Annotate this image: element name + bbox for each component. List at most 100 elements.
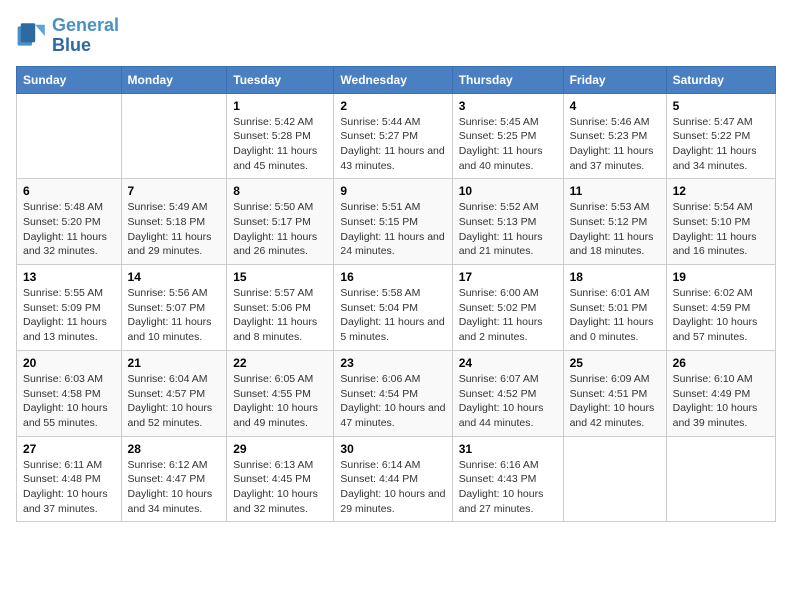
calendar-cell: 27 Sunrise: 6:11 AMSunset: 4:48 PMDayligh… <box>17 436 122 522</box>
day-info: Sunrise: 6:09 AMSunset: 4:51 PMDaylight:… <box>570 372 660 431</box>
calendar-cell: 28 Sunrise: 6:12 AMSunset: 4:47 PMDayligh… <box>121 436 227 522</box>
calendar-cell: 6 Sunrise: 5:48 AMSunset: 5:20 PMDaylight… <box>17 179 122 265</box>
calendar-cell: 8 Sunrise: 5:50 AMSunset: 5:17 PMDaylight… <box>227 179 334 265</box>
column-header-friday: Friday <box>563 66 666 93</box>
day-info: Sunrise: 5:50 AMSunset: 5:17 PMDaylight:… <box>233 200 327 259</box>
calendar-cell <box>17 93 122 179</box>
logo-text-line1: General <box>52 16 119 36</box>
day-info: Sunrise: 6:00 AMSunset: 5:02 PMDaylight:… <box>459 286 557 345</box>
calendar-cell: 29 Sunrise: 6:13 AMSunset: 4:45 PMDayligh… <box>227 436 334 522</box>
calendar-cell: 11 Sunrise: 5:53 AMSunset: 5:12 PMDayligh… <box>563 179 666 265</box>
day-info: Sunrise: 6:11 AMSunset: 4:48 PMDaylight:… <box>23 458 115 517</box>
week-row: 20 Sunrise: 6:03 AMSunset: 4:58 PMDayligh… <box>17 350 776 436</box>
day-info: Sunrise: 6:10 AMSunset: 4:49 PMDaylight:… <box>673 372 769 431</box>
day-number: 8 <box>233 184 327 198</box>
day-info: Sunrise: 5:51 AMSunset: 5:15 PMDaylight:… <box>340 200 445 259</box>
day-number: 6 <box>23 184 115 198</box>
logo-text-line2: Blue <box>52 36 119 56</box>
week-row: 27 Sunrise: 6:11 AMSunset: 4:48 PMDayligh… <box>17 436 776 522</box>
day-number: 18 <box>570 270 660 284</box>
day-number: 19 <box>673 270 769 284</box>
day-info: Sunrise: 5:53 AMSunset: 5:12 PMDaylight:… <box>570 200 660 259</box>
calendar-cell: 12 Sunrise: 5:54 AMSunset: 5:10 PMDayligh… <box>666 179 775 265</box>
day-info: Sunrise: 5:52 AMSunset: 5:13 PMDaylight:… <box>459 200 557 259</box>
calendar-cell: 15Sunrise: 5:57 AMSunset: 5:06 PMDayligh… <box>227 265 334 351</box>
day-number: 10 <box>459 184 557 198</box>
day-info: Sunrise: 5:42 AMSunset: 5:28 PMDaylight:… <box>233 115 327 174</box>
calendar-cell: 24 Sunrise: 6:07 AMSunset: 4:52 PMDayligh… <box>452 350 563 436</box>
calendar-cell: 30 Sunrise: 6:14 AMSunset: 4:44 PMDayligh… <box>334 436 452 522</box>
logo: General Blue <box>16 16 119 56</box>
day-info: Sunrise: 5:49 AMSunset: 5:18 PMDaylight:… <box>128 200 221 259</box>
calendar-cell: 13 Sunrise: 5:55 AMSunset: 5:09 PMDayligh… <box>17 265 122 351</box>
day-info: Sunrise: 5:55 AMSunset: 5:09 PMDaylight:… <box>23 286 115 345</box>
calendar-cell: 4 Sunrise: 5:46 AMSunset: 5:23 PMDaylight… <box>563 93 666 179</box>
header-row: SundayMondayTuesdayWednesdayThursdayFrid… <box>17 66 776 93</box>
day-number: 13 <box>23 270 115 284</box>
calendar-cell: 22 Sunrise: 6:05 AMSunset: 4:55 PMDayligh… <box>227 350 334 436</box>
calendar-cell: 7Sunrise: 5:49 AMSunset: 5:18 PMDaylight… <box>121 179 227 265</box>
day-info: Sunrise: 6:07 AMSunset: 4:52 PMDaylight:… <box>459 372 557 431</box>
day-info: Sunrise: 6:12 AMSunset: 4:47 PMDaylight:… <box>128 458 221 517</box>
day-number: 11 <box>570 184 660 198</box>
day-number: 12 <box>673 184 769 198</box>
day-info: Sunrise: 5:45 AMSunset: 5:25 PMDaylight:… <box>459 115 557 174</box>
day-info: Sunrise: 5:44 AMSunset: 5:27 PMDaylight:… <box>340 115 445 174</box>
calendar-cell: 18 Sunrise: 6:01 AMSunset: 5:01 PMDayligh… <box>563 265 666 351</box>
day-info: Sunrise: 5:48 AMSunset: 5:20 PMDaylight:… <box>23 200 115 259</box>
calendar-cell: 31 Sunrise: 6:16 AMSunset: 4:43 PMDayligh… <box>452 436 563 522</box>
day-info: Sunrise: 6:14 AMSunset: 4:44 PMDaylight:… <box>340 458 445 517</box>
calendar-cell: 16 Sunrise: 5:58 AMSunset: 5:04 PMDayligh… <box>334 265 452 351</box>
day-info: Sunrise: 5:57 AMSunset: 5:06 PMDaylight:… <box>233 286 327 345</box>
page-header: General Blue <box>16 16 776 56</box>
calendar-cell: 21 Sunrise: 6:04 AMSunset: 4:57 PMDayligh… <box>121 350 227 436</box>
day-info: Sunrise: 5:58 AMSunset: 5:04 PMDaylight:… <box>340 286 445 345</box>
day-info: Sunrise: 6:16 AMSunset: 4:43 PMDaylight:… <box>459 458 557 517</box>
day-info: Sunrise: 5:54 AMSunset: 5:10 PMDaylight:… <box>673 200 769 259</box>
day-number: 4 <box>570 99 660 113</box>
calendar-cell <box>666 436 775 522</box>
day-number: 21 <box>128 356 221 370</box>
day-info: Sunrise: 6:13 AMSunset: 4:45 PMDaylight:… <box>233 458 327 517</box>
column-header-saturday: Saturday <box>666 66 775 93</box>
day-info: Sunrise: 5:56 AMSunset: 5:07 PMDaylight:… <box>128 286 221 345</box>
day-number: 20 <box>23 356 115 370</box>
calendar-cell: 17 Sunrise: 6:00 AMSunset: 5:02 PMDayligh… <box>452 265 563 351</box>
day-number: 1 <box>233 99 327 113</box>
day-info: Sunrise: 6:01 AMSunset: 5:01 PMDaylight:… <box>570 286 660 345</box>
calendar-cell: 25 Sunrise: 6:09 AMSunset: 4:51 PMDayligh… <box>563 350 666 436</box>
calendar-cell: 1 Sunrise: 5:42 AMSunset: 5:28 PMDaylight… <box>227 93 334 179</box>
week-row: 13 Sunrise: 5:55 AMSunset: 5:09 PMDayligh… <box>17 265 776 351</box>
day-number: 27 <box>23 442 115 456</box>
column-header-thursday: Thursday <box>452 66 563 93</box>
calendar-cell <box>121 93 227 179</box>
day-info: Sunrise: 6:05 AMSunset: 4:55 PMDaylight:… <box>233 372 327 431</box>
day-number: 17 <box>459 270 557 284</box>
calendar-cell <box>563 436 666 522</box>
day-number: 3 <box>459 99 557 113</box>
day-number: 5 <box>673 99 769 113</box>
column-header-wednesday: Wednesday <box>334 66 452 93</box>
day-info: Sunrise: 5:46 AMSunset: 5:23 PMDaylight:… <box>570 115 660 174</box>
day-number: 30 <box>340 442 445 456</box>
day-number: 24 <box>459 356 557 370</box>
day-number: 28 <box>128 442 221 456</box>
day-number: 2 <box>340 99 445 113</box>
calendar-cell: 26 Sunrise: 6:10 AMSunset: 4:49 PMDayligh… <box>666 350 775 436</box>
day-number: 26 <box>673 356 769 370</box>
day-info: Sunrise: 6:06 AMSunset: 4:54 PMDaylight:… <box>340 372 445 431</box>
day-info: Sunrise: 6:04 AMSunset: 4:57 PMDaylight:… <box>128 372 221 431</box>
calendar-cell: 14Sunrise: 5:56 AMSunset: 5:07 PMDayligh… <box>121 265 227 351</box>
day-number: 25 <box>570 356 660 370</box>
day-number: 16 <box>340 270 445 284</box>
day-number: 9 <box>340 184 445 198</box>
day-number: 29 <box>233 442 327 456</box>
day-number: 22 <box>233 356 327 370</box>
day-info: Sunrise: 6:03 AMSunset: 4:58 PMDaylight:… <box>23 372 115 431</box>
day-number: 31 <box>459 442 557 456</box>
column-header-tuesday: Tuesday <box>227 66 334 93</box>
calendar-cell: 5Sunrise: 5:47 AMSunset: 5:22 PMDaylight… <box>666 93 775 179</box>
week-row: 6 Sunrise: 5:48 AMSunset: 5:20 PMDaylight… <box>17 179 776 265</box>
calendar-cell: 19Sunrise: 6:02 AMSunset: 4:59 PMDayligh… <box>666 265 775 351</box>
column-header-sunday: Sunday <box>17 66 122 93</box>
